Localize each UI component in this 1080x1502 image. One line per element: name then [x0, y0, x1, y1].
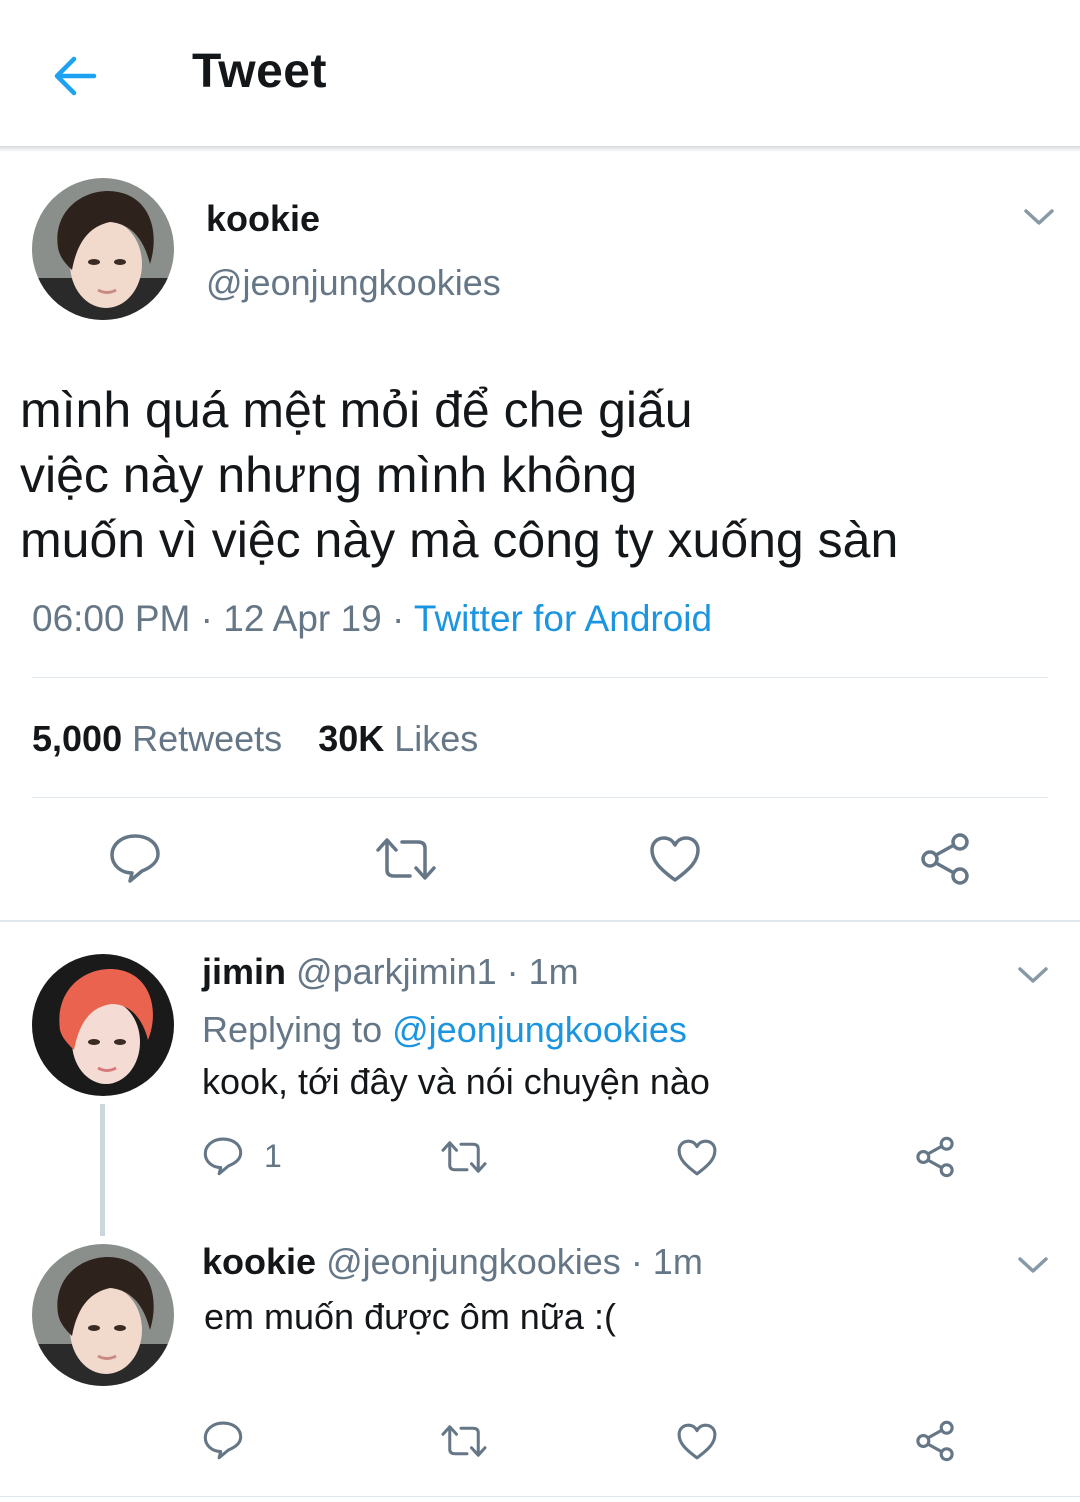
share-button[interactable] [914, 1136, 956, 1178]
tweet-stats: 5,000 Retweets 30K Likes [32, 718, 478, 760]
avatar[interactable] [32, 1244, 174, 1386]
reply-icon [203, 1137, 243, 1176]
back-arrow-icon[interactable] [48, 50, 100, 102]
likes-label: Likes [394, 718, 479, 759]
likes-stat[interactable]: 30K Likes [318, 718, 478, 759]
replying-to-handle-link[interactable]: @jeonjungkookies [392, 1009, 687, 1050]
meta-separator: · [391, 598, 405, 639]
reply-icon [110, 834, 160, 883]
share-icon [916, 1420, 954, 1462]
retweets-count: 5,000 [32, 718, 123, 759]
retweet-icon [441, 1141, 487, 1173]
reply-author-name[interactable]: jimin [202, 951, 286, 992]
avatar[interactable] [32, 954, 174, 1096]
share-button[interactable] [918, 832, 972, 886]
top-bar: Tweet [0, 0, 1080, 148]
chevron-down-icon[interactable] [1016, 1254, 1050, 1276]
author-name[interactable]: kookie [206, 198, 320, 240]
author-handle[interactable]: @jeonjungkookies [206, 262, 501, 304]
retweet-button[interactable] [374, 834, 438, 884]
divider [32, 797, 1048, 798]
avatar[interactable] [32, 178, 174, 320]
likes-count: 30K [318, 718, 385, 759]
tweet-text: mình quá mệt mỏi để che giấu việc này nh… [20, 378, 898, 573]
replying-to: Replying to @jeonjungkookies [202, 1009, 687, 1051]
reply-header: jimin @parkjimin1 · 1m [202, 951, 579, 993]
header-divider [0, 146, 1080, 152]
meta-separator: · [200, 598, 213, 639]
reply-time: · 1m [630, 1241, 703, 1282]
reply-author-name[interactable]: kookie [202, 1241, 316, 1282]
tweet-date: 12 Apr 19 [223, 598, 382, 639]
tweet-time: 06:00 PM [32, 598, 191, 639]
retweets-stat[interactable]: 5,000 Retweets [32, 718, 292, 759]
page-title: Tweet [192, 45, 327, 98]
like-button[interactable] [648, 834, 702, 884]
share-icon [921, 833, 969, 885]
reply-button[interactable]: 1 [202, 1136, 282, 1176]
reply-text: kook, tới đây và nói chuyện nào [202, 1061, 710, 1102]
reply-icon [203, 1421, 243, 1460]
divider [32, 677, 1048, 678]
replying-to-label: Replying to [202, 1009, 383, 1050]
share-button[interactable] [914, 1420, 956, 1462]
heart-icon [650, 836, 700, 882]
reply-author-handle[interactable]: @jeonjungkookies [326, 1241, 621, 1282]
retweet-icon [441, 1425, 487, 1457]
tweet-source-link[interactable]: Twitter for Android [414, 598, 712, 639]
reply-button[interactable] [108, 832, 162, 884]
reply-header: kookie @jeonjungkookies · 1m [202, 1241, 703, 1283]
reply-time: · 1m [506, 951, 579, 992]
reply-author-handle[interactable]: @parkjimin1 [296, 951, 497, 992]
retweet-icon [376, 838, 436, 880]
tweet-text-line: muốn vì việc này mà công ty xuống sàn [20, 512, 899, 568]
share-icon [916, 1136, 954, 1178]
heart-icon [677, 1423, 717, 1460]
thread-line [100, 1104, 105, 1236]
reply-count: 1 [264, 1137, 282, 1174]
retweets-label: Retweets [132, 718, 283, 759]
tweet-text-line: việc này nhưng mình không [20, 447, 638, 503]
reply-button[interactable] [202, 1420, 244, 1460]
tweet-text-line: mình quá mệt mỏi để che giấu [20, 382, 693, 438]
reply-text: em muốn được ôm nữa :( [204, 1296, 616, 1337]
retweet-button[interactable] [440, 1138, 488, 1176]
heart-icon [677, 1139, 717, 1176]
section-divider [0, 920, 1080, 922]
chevron-down-icon[interactable] [1022, 206, 1056, 228]
divider [0, 1496, 1080, 1497]
like-button[interactable] [676, 1422, 718, 1461]
retweet-button[interactable] [440, 1422, 488, 1460]
tweet-meta: 06:00 PM · 12 Apr 19 · Twitter for Andro… [32, 598, 712, 640]
like-button[interactable] [676, 1138, 718, 1177]
chevron-down-icon[interactable] [1016, 964, 1050, 986]
